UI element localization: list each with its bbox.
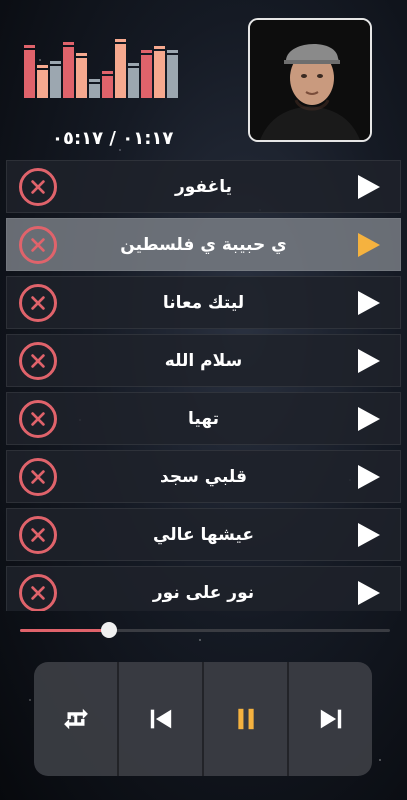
previous-button[interactable] bbox=[119, 662, 204, 776]
song-title: ليتك معانا bbox=[162, 292, 245, 313]
close-icon bbox=[31, 469, 45, 484]
song-row[interactable]: تهيا bbox=[6, 392, 401, 445]
next-icon bbox=[320, 709, 341, 729]
album-art bbox=[248, 18, 372, 142]
equalizer-bar bbox=[76, 53, 87, 98]
close-icon bbox=[31, 295, 45, 310]
playback-time: ٠١:١٧ / ٠٥:١٧ bbox=[52, 128, 174, 149]
play-song-button[interactable] bbox=[356, 347, 382, 375]
remove-song-button[interactable] bbox=[19, 457, 57, 496]
play-icon bbox=[358, 522, 380, 547]
play-song-button[interactable] bbox=[356, 463, 382, 491]
play-icon bbox=[358, 464, 380, 489]
song-row[interactable]: ي حبيبة ي فلسطين bbox=[6, 218, 401, 271]
playback-controls bbox=[34, 662, 372, 776]
song-title: ي حبيبة ي فلسطين bbox=[120, 234, 287, 255]
equalizer-bar bbox=[37, 65, 48, 98]
remove-song-button[interactable] bbox=[19, 515, 57, 554]
pause-icon bbox=[237, 708, 254, 730]
pause-button[interactable] bbox=[204, 662, 289, 776]
play-icon bbox=[358, 348, 380, 373]
previous-icon bbox=[150, 709, 171, 729]
play-icon bbox=[358, 406, 380, 431]
song-row[interactable]: عيشها عالي bbox=[6, 508, 401, 561]
play-song-button[interactable] bbox=[356, 289, 382, 317]
song-title: قلبي سجد bbox=[160, 466, 247, 487]
song-title: سلام الله bbox=[164, 350, 243, 371]
equalizer-bar bbox=[63, 42, 74, 98]
play-song-button[interactable] bbox=[356, 231, 382, 259]
song-row[interactable]: ليتك معانا bbox=[6, 276, 401, 329]
song-list[interactable]: ياغفور ي حبيبة ي فلسطين ليتك معانا سلام الل… bbox=[6, 160, 401, 611]
song-title: ياغفور bbox=[174, 176, 233, 197]
play-song-button[interactable] bbox=[356, 405, 382, 433]
play-song-button[interactable] bbox=[356, 579, 382, 607]
song-row[interactable]: سلام الله bbox=[6, 334, 401, 387]
play-icon bbox=[358, 232, 380, 257]
equalizer-visualizer bbox=[24, 38, 196, 98]
song-row[interactable]: قلبي سجد bbox=[6, 450, 401, 503]
seek-bar[interactable] bbox=[20, 622, 390, 638]
next-button[interactable] bbox=[289, 662, 372, 776]
equalizer-bar bbox=[167, 50, 178, 98]
song-title: عيشها عالي bbox=[153, 524, 254, 545]
song-row[interactable]: نور على نور bbox=[6, 566, 401, 611]
play-icon bbox=[358, 290, 380, 315]
play-icon bbox=[358, 174, 380, 199]
song-row[interactable]: ياغفور bbox=[6, 160, 401, 213]
repeat-one-icon bbox=[63, 708, 88, 730]
equalizer-bar bbox=[141, 50, 152, 98]
equalizer-bar bbox=[89, 79, 100, 98]
equalizer-bar bbox=[115, 39, 126, 98]
play-icon bbox=[358, 580, 380, 605]
close-icon bbox=[31, 585, 45, 600]
song-title: تهيا bbox=[188, 408, 219, 429]
remove-song-button[interactable] bbox=[19, 225, 57, 264]
close-icon bbox=[31, 237, 45, 252]
seek-thumb[interactable] bbox=[100, 622, 117, 638]
song-title: نور على نور bbox=[152, 582, 255, 603]
equalizer-bar bbox=[128, 63, 139, 98]
close-icon bbox=[31, 179, 45, 194]
remove-song-button[interactable] bbox=[19, 167, 57, 206]
play-song-button[interactable] bbox=[356, 521, 382, 549]
equalizer-bar bbox=[50, 61, 61, 98]
remove-song-button[interactable] bbox=[19, 573, 57, 611]
artist-photo bbox=[250, 20, 370, 140]
repeat-one-button[interactable] bbox=[34, 662, 119, 776]
equalizer-bar bbox=[102, 71, 113, 98]
remove-song-button[interactable] bbox=[19, 399, 57, 438]
close-icon bbox=[31, 527, 45, 542]
remove-song-button[interactable] bbox=[19, 283, 57, 322]
close-icon bbox=[31, 353, 45, 368]
close-icon bbox=[31, 411, 45, 426]
seek-fill bbox=[20, 629, 109, 632]
play-song-button[interactable] bbox=[356, 173, 382, 201]
remove-song-button[interactable] bbox=[19, 341, 57, 380]
equalizer-bar bbox=[24, 45, 35, 98]
equalizer-bar bbox=[154, 46, 165, 98]
